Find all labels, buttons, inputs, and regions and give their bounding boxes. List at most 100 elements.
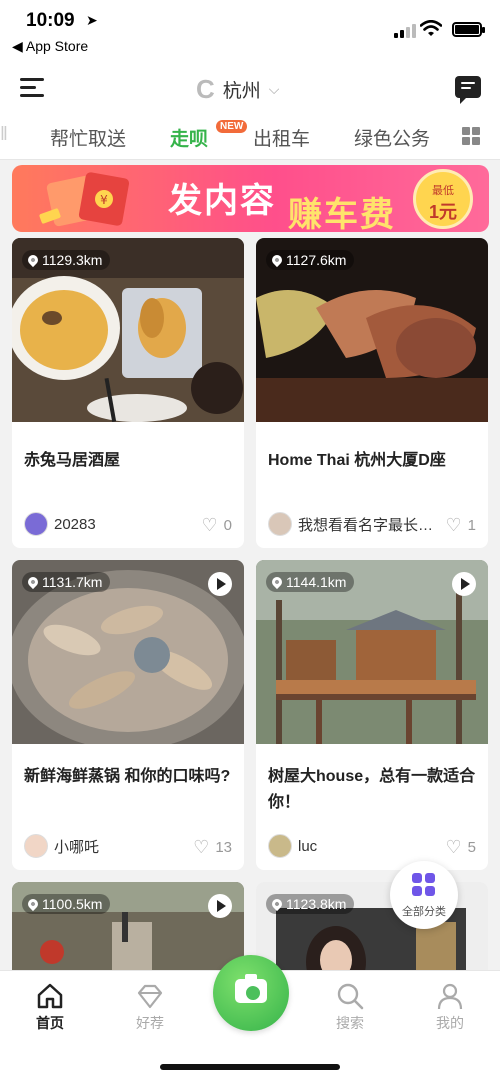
distance-text: 1144.1km [286,574,347,590]
coin-value: 1元 [428,202,457,222]
like-button[interactable]: ♡ 5 [446,838,476,856]
status-bar: 10:09 ➤ ◀ App Store [0,0,500,62]
menu-icon[interactable] [20,78,44,98]
category-grid-icon [412,873,436,897]
author-name: 我想看看名字最长可以多长 [298,516,438,534]
like-count: 5 [467,838,476,856]
tab-taxi[interactable]: 出租车 [253,124,310,151]
heart-icon: ♡ [445,515,462,535]
post-card[interactable]: 1131.7km 新鲜海鲜蒸锅 和你的口味吗? 小哪吒 ♡ 13 [12,560,244,870]
all-categories-button[interactable]: 全部分类 [390,861,458,929]
post-card[interactable]: 1129.3km 赤兔马居酒屋 20283 ♡ 0 [12,238,244,548]
like-button[interactable]: ♡ 13 [193,838,232,856]
distance-text: 1129.3km [42,252,103,268]
new-badge: NEW [216,120,248,133]
distance-badge: 1123.8km [266,894,355,914]
city-selector[interactable]: C 杭州 ⌵ [196,74,279,105]
post-title: 树屋大house，总有一款适合你！ [268,768,476,811]
banner-text-main: 发内容 [168,182,276,220]
tab-recommend-label: 好荐 [136,1015,164,1031]
author-name: luc [298,837,318,855]
post-title: Home Thai 杭州大厦D座 [268,452,446,469]
post-title: 赤兔马居酒屋 [24,452,121,469]
chevron-down-icon: ⌵ [268,81,280,97]
status-time: 10:09 [26,10,75,31]
all-categories-label: 全部分类 [402,906,446,918]
like-count: 0 [223,516,232,534]
post-card[interactable]: 1127.6km Home Thai 杭州大厦D座 我想看看名字最长可以多长 ♡… [256,238,488,548]
heart-icon: ♡ [445,837,462,857]
post-author[interactable]: 小哪吒 [24,834,99,858]
all-tabs-grid-icon[interactable] [462,127,480,145]
location-pin-icon [269,896,285,912]
promo-banner[interactable]: ¥ 发内容 赚车费 最低 1元 [12,165,489,232]
tab-zoubei[interactable]: 走呗 [170,124,208,151]
avatar [268,512,292,536]
location-arrow-icon: ➤ [86,12,98,28]
post-author[interactable]: luc [268,834,317,858]
signal-icon [394,24,416,38]
tab-search-label: 搜索 [336,1015,364,1031]
user-icon [437,983,463,1010]
tab-recommend[interactable]: 好荐 [120,979,180,1033]
home-indicator [160,1064,340,1070]
post-card[interactable]: 1144.1km 树屋大house，总有一款适合你！ luc ♡ 5 [256,560,488,870]
distance-badge: 1131.7km [22,572,111,592]
avatar [24,512,48,536]
category-tabs: ‖ 帮忙取送 走呗 NEW 出租车 绿色公务 [0,112,500,160]
tab-search[interactable]: 搜索 [320,979,380,1033]
heart-icon: ♡ [201,515,218,535]
tab-me-label: 我的 [436,1015,464,1031]
tab-errand[interactable]: 帮忙取送 [50,124,126,151]
coin-label: 最低 [432,185,454,197]
tab-home[interactable]: 首页 [20,979,80,1033]
post-author[interactable]: 20283 [24,512,96,536]
tab-me[interactable]: 我的 [420,979,480,1033]
distance-text: 1127.6km [286,252,347,268]
like-count: 1 [467,516,476,534]
post-author[interactable]: 我想看看名字最长可以多长 [268,512,438,536]
heart-icon: ♡ [193,837,210,857]
city-name: 杭州 [222,81,261,102]
like-count: 13 [215,838,232,856]
distance-badge: 1100.5km [22,894,111,914]
distance-text: 1100.5km [42,896,103,912]
svg-text:¥: ¥ [100,193,108,207]
home-icon [37,983,63,1009]
banner-text-accent: 赚车费 [288,196,396,232]
top-header: C 杭州 ⌵ [0,62,500,112]
message-icon[interactable] [455,76,481,104]
battery-icon [452,22,485,37]
red-envelope-icon: ¥ [39,172,130,227]
distance-text: 1131.7km [42,574,103,590]
like-button[interactable]: ♡ 1 [446,516,476,534]
video-play-icon [452,572,476,596]
author-name: 小哪吒 [54,838,100,856]
like-button[interactable]: ♡ 0 [202,516,232,534]
location-pin-icon [25,896,41,912]
back-to-app-store[interactable]: ◀ App Store [12,38,88,55]
banner-coin-badge: 最低 1元 [413,169,473,229]
location-pin-icon [269,574,285,590]
app-logo-icon: C [196,74,215,104]
avatar [268,834,292,858]
distance-badge: 1129.3km [22,250,111,270]
location-pin-icon [269,252,285,268]
diamond-icon [137,984,163,1009]
post-title: 新鲜海鲜蒸锅 和你的口味吗? [24,768,231,785]
search-icon [337,983,364,1010]
video-play-icon [208,572,232,596]
distance-text: 1123.8km [286,896,347,912]
distance-badge: 1144.1km [266,572,355,592]
camera-icon [235,974,267,1003]
camera-post-button[interactable] [213,955,289,1031]
video-play-icon [208,894,232,918]
location-pin-icon [25,252,41,268]
tab-partial-left[interactable]: ‖ [0,124,12,146]
wifi-icon [420,20,442,36]
tab-green-official[interactable]: 绿色公务 [354,124,430,151]
location-pin-icon [25,574,41,590]
distance-badge: 1127.6km [266,250,355,270]
avatar [24,834,48,858]
tab-home-label: 首页 [36,1015,64,1031]
